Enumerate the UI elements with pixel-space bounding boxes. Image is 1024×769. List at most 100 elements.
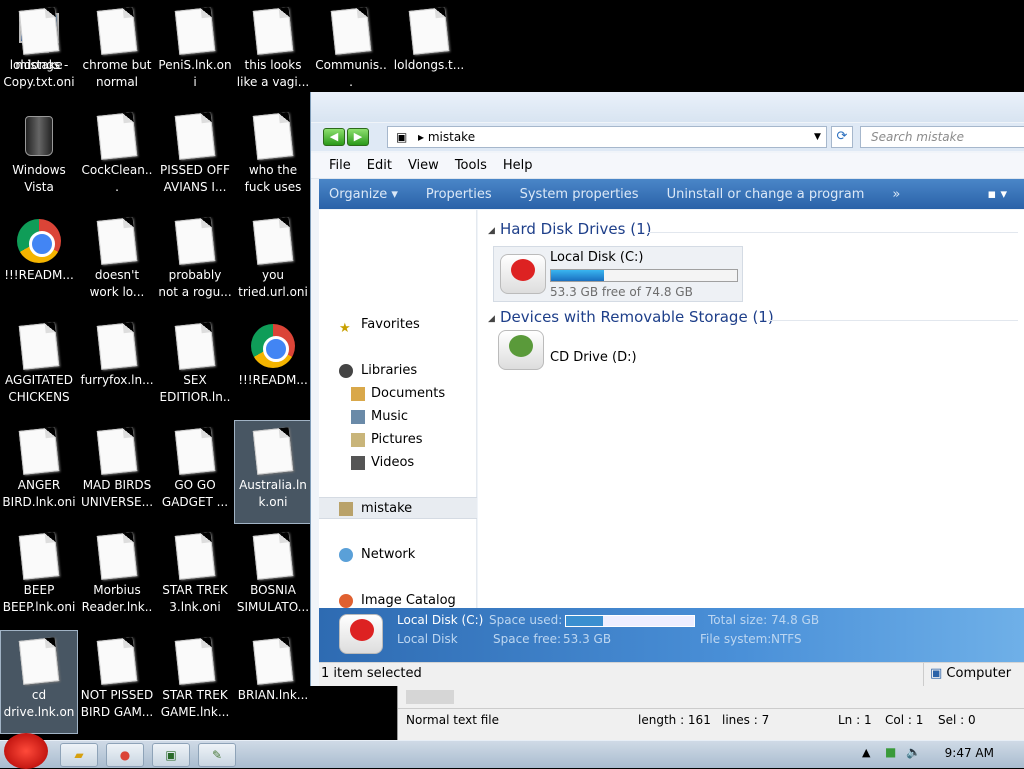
nav-pictures[interactable]: Pictures bbox=[319, 429, 477, 451]
desktop-icon-label: BRIAN.lnk... bbox=[237, 688, 309, 702]
desktop-icon[interactable]: probably not a rogu... bbox=[156, 210, 234, 314]
desktop-icon[interactable]: ANGER BIRD.lnk.oni bbox=[0, 420, 78, 524]
search-input[interactable]: Search mistake bbox=[860, 126, 1024, 148]
nav-libraries[interactable]: Libraries bbox=[319, 360, 477, 382]
chevron-down-icon[interactable]: ▼ bbox=[814, 127, 821, 147]
taskbar-cmd-button[interactable]: ▣ bbox=[152, 743, 190, 767]
address-bar[interactable]: ▣ ▸ mistake ▼ bbox=[387, 126, 827, 148]
forward-button[interactable]: ▶ bbox=[347, 128, 369, 146]
taskbar-chrome-button[interactable]: ● bbox=[106, 743, 144, 767]
menu-file[interactable]: File bbox=[321, 153, 359, 179]
desktop-icon-label: PISSED OFF AVIANS I... bbox=[160, 163, 230, 194]
explorer-titlebar[interactable] bbox=[311, 92, 1024, 122]
desktop-icon[interactable]: this looks like a vagi... bbox=[234, 0, 312, 104]
cd-drive-icon[interactable] bbox=[498, 330, 544, 370]
collapse-caret-icon[interactable]: ◢ bbox=[488, 226, 495, 236]
menu-help[interactable]: Help bbox=[495, 153, 541, 179]
desktop-icon[interactable]: doesn't work lo... bbox=[78, 210, 156, 314]
details-space-used-label: Space used: bbox=[489, 613, 563, 627]
desktop-icon[interactable]: AGGITATED CHICKENS ... bbox=[0, 315, 78, 419]
nav-computer[interactable]: mistake bbox=[319, 497, 477, 519]
menu-view[interactable]: View bbox=[400, 153, 447, 179]
network-tray-icon[interactable]: ■ bbox=[885, 745, 896, 759]
drive-c[interactable]: Local Disk (C:) 53.3 GB free of 74.8 GB bbox=[493, 246, 743, 302]
system-properties-button[interactable]: System properties bbox=[506, 179, 653, 211]
doc-shape bbox=[96, 637, 138, 685]
nav-music[interactable]: Music bbox=[319, 406, 477, 428]
notepad-window[interactable]: Normal text file length : 161 lines : 7 … bbox=[397, 686, 1024, 740]
taskbar-explorer-button[interactable]: ▰ bbox=[60, 743, 98, 767]
collapse-caret-icon[interactable]: ◢ bbox=[488, 314, 495, 324]
desktop-icon[interactable]: BEEP BEEP.lnk.oni bbox=[0, 525, 78, 629]
desktop-icon[interactable]: Australia.lnk.oni bbox=[234, 420, 312, 524]
desktop-icon[interactable]: Morbius Reader.lnk... bbox=[78, 525, 156, 629]
organize-button[interactable]: Organize ▾ bbox=[319, 179, 412, 211]
group-hard-disk-drives[interactable]: Hard Disk Drives (1) bbox=[500, 220, 651, 238]
tray-expand-icon[interactable]: ▲ bbox=[862, 746, 870, 759]
refresh-button[interactable]: ⟳ bbox=[831, 126, 853, 148]
doc-shape bbox=[252, 427, 294, 475]
desktop-icon[interactable]: NOT PISSED BIRD GAM... bbox=[78, 630, 156, 734]
taskbar-notepad-button[interactable]: ✎ bbox=[198, 743, 236, 767]
group-removable-storage[interactable]: Devices with Removable Storage (1) bbox=[500, 308, 774, 326]
desktop-icon[interactable]: chrome but normal col... bbox=[78, 0, 156, 104]
doc-shape bbox=[18, 637, 60, 685]
desktop-icon[interactable]: STAR TREK 3.lnk.oni bbox=[156, 525, 234, 629]
desktop-icon[interactable]: BRIAN.lnk... bbox=[234, 630, 312, 734]
menu-edit[interactable]: Edit bbox=[359, 153, 400, 179]
desktop-icon[interactable]: PISSED OFF AVIANS I... bbox=[156, 105, 234, 209]
desktop-icon[interactable]: PeniS.lnk.oni bbox=[156, 0, 234, 104]
desktop-icon[interactable]: MAD BIRDS UNIVERSE... bbox=[78, 420, 156, 524]
back-button[interactable]: ◀ bbox=[323, 128, 345, 146]
star-icon: ★ bbox=[339, 321, 351, 336]
address-separator-icon: ▸ bbox=[418, 130, 428, 144]
details-usage-fill bbox=[566, 616, 603, 626]
desktop-icon[interactable]: BOSNIA SIMULATO... bbox=[234, 525, 312, 629]
desktop-icon[interactable]: !!!READM... bbox=[234, 315, 312, 419]
doc-icon bbox=[93, 112, 141, 160]
address-text: mistake bbox=[427, 130, 476, 144]
desktop-icon[interactable]: Communis... bbox=[312, 0, 390, 104]
details-space-free-value: 53.3 GB bbox=[563, 632, 612, 646]
status-bar: 1 item selected ▣ Computer bbox=[319, 662, 1024, 687]
folder-icon: ▰ bbox=[74, 748, 84, 762]
properties-button[interactable]: Properties bbox=[412, 179, 506, 211]
content-pane: ◢ Hard Disk Drives (1) Local Disk (C:) 5… bbox=[478, 210, 1024, 608]
desktop-icon[interactable]: STAR TREK GAME.lnk... bbox=[156, 630, 234, 734]
desktop-icon[interactable]: CockClean... bbox=[78, 105, 156, 209]
volume-icon[interactable]: 🔈 bbox=[906, 745, 921, 759]
desktop-icon[interactable]: loldongs.t... bbox=[390, 0, 468, 104]
view-options-icon[interactable]: ▪ ▾ bbox=[974, 179, 1021, 211]
doc-shape bbox=[252, 637, 294, 685]
explorer-window[interactable]: ◀ ▶ ▣ ▸ mistake ▼ ⟳ Search mistake File E… bbox=[310, 92, 1024, 687]
nav-videos[interactable]: Videos bbox=[319, 452, 477, 474]
cd-drive-name[interactable]: CD Drive (D:) bbox=[550, 350, 637, 365]
doc-icon bbox=[249, 112, 297, 160]
desktop-icon[interactable]: GO GO GADGET ... bbox=[156, 420, 234, 524]
desktop-icon[interactable]: cd drive.lnk.oni bbox=[0, 630, 78, 734]
desktop-icon[interactable]: !!!READM... bbox=[0, 210, 78, 314]
desktop-icon[interactable]: SEX EDITIOR.ln... bbox=[156, 315, 234, 419]
nav-documents[interactable]: Documents bbox=[319, 383, 477, 405]
doc-icon bbox=[249, 532, 297, 580]
more-commands-button[interactable]: » bbox=[878, 179, 914, 211]
computer-icon bbox=[339, 502, 353, 516]
desktop-icon[interactable]: furryfox.ln... bbox=[78, 315, 156, 419]
drive-c-usage-bar bbox=[550, 269, 738, 282]
clock[interactable]: 9:47 AM bbox=[945, 746, 994, 760]
computer-icon: ▣ bbox=[396, 130, 408, 144]
menu-tools[interactable]: Tools bbox=[447, 153, 495, 179]
desktop-icon[interactable]: who the fuck uses this.ln... bbox=[234, 105, 312, 209]
uninstall-button[interactable]: Uninstall or change a program bbox=[653, 179, 879, 211]
horizontal-scrollbar-thumb[interactable] bbox=[406, 690, 454, 704]
nav-favorites[interactable]: ★ Favorites bbox=[319, 314, 477, 336]
start-button[interactable] bbox=[4, 733, 48, 769]
status-location: ▣ Computer bbox=[923, 663, 1024, 687]
desktop-icon[interactable]: loldongs - Copy.txt.oni bbox=[0, 0, 78, 104]
desktop-icon-label: who the fuck uses this.ln... bbox=[244, 163, 302, 198]
desktop-icon[interactable]: Windows Vista bbox=[0, 105, 78, 209]
doc-icon bbox=[171, 427, 219, 475]
nav-network[interactable]: Network bbox=[319, 544, 477, 566]
doc-icon bbox=[15, 427, 63, 475]
desktop-icon[interactable]: you tried.url.oni bbox=[234, 210, 312, 314]
